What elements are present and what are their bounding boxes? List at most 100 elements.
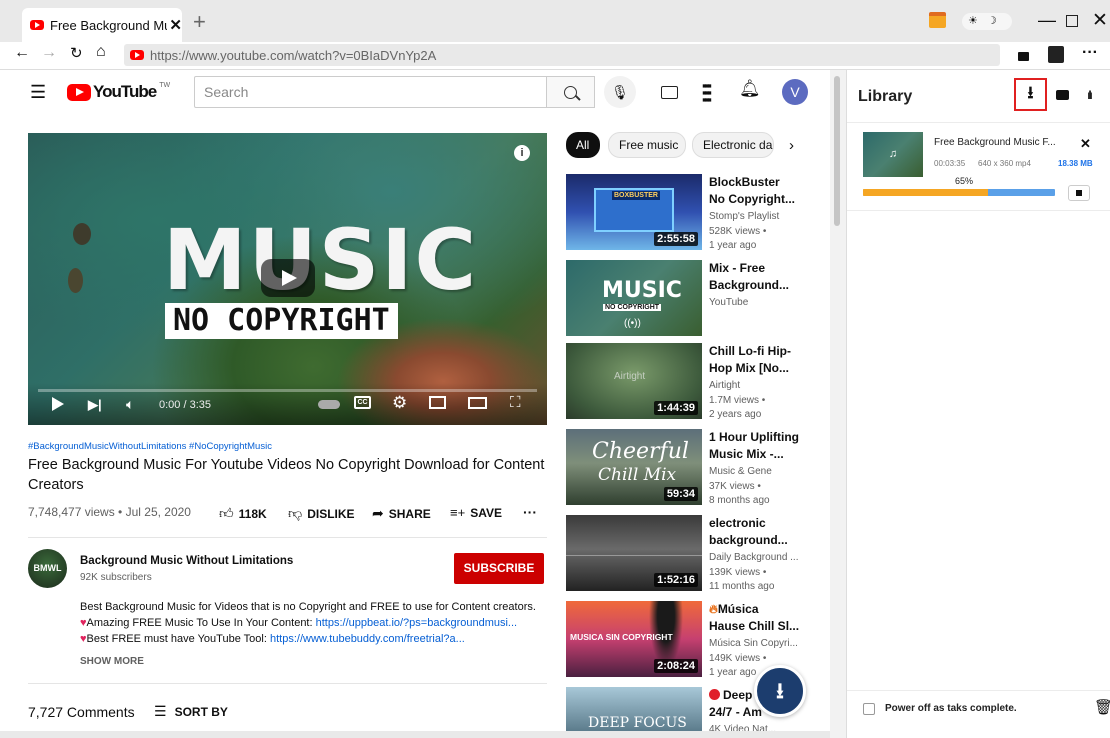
- audio-tab-icon[interactable]: ıllı: [1087, 88, 1093, 102]
- new-tab-icon[interactable]: +: [193, 9, 206, 35]
- video-player[interactable]: MUSIC NO COPYRIGHT i ▶| 🔈︎ 0:00 / 3:35 C…: [28, 133, 547, 425]
- rec-meta: YouTube: [709, 296, 804, 311]
- thumbnail-text: MUSICA SIN COPYRIGHT: [570, 632, 673, 642]
- more-actions-icon[interactable]: ···: [523, 504, 537, 520]
- minimize-icon[interactable]: —: [1038, 10, 1056, 31]
- power-off-checkbox[interactable]: [863, 703, 875, 715]
- show-more-button[interactable]: SHOW MORE: [80, 656, 144, 667]
- subtitles-icon[interactable]: CC: [354, 396, 371, 409]
- video-thumbnail[interactable]: Airtight 1:44:39: [566, 343, 702, 419]
- volume-icon[interactable]: 🔈︎: [126, 396, 134, 413]
- download-thumbnail[interactable]: ♫: [863, 132, 923, 177]
- rec-title[interactable]: electronic background...: [709, 515, 804, 549]
- rec-title[interactable]: Chill Lo-fi Hip- Hop Mix [No...: [709, 343, 804, 377]
- scrollbar-thumb[interactable]: [834, 76, 840, 226]
- hamburger-menu-icon[interactable]: ☰: [30, 82, 46, 103]
- rec-title[interactable]: Mix - Free Background...: [709, 260, 804, 294]
- search-button[interactable]: [547, 76, 595, 108]
- sort-button[interactable]: ☰ SORT BY: [154, 703, 228, 720]
- power-off-label: Power off as taks complete.: [885, 703, 1017, 714]
- download-size: 18.38 MB: [1058, 159, 1093, 168]
- close-tab-icon[interactable]: ✕: [169, 16, 182, 34]
- lock-icon[interactable]: [1018, 52, 1029, 61]
- rec-title[interactable]: 1 Hour Uplifting Music Mix -...: [709, 429, 804, 463]
- chip-free-music[interactable]: Free music: [608, 132, 686, 158]
- sort-icon: ☰: [154, 703, 167, 719]
- rec-meta-line: 1 year ago: [709, 240, 757, 251]
- play-button[interactable]: [261, 259, 315, 297]
- microphone-icon[interactable]: 🎙: [604, 76, 636, 108]
- video-thumbnail[interactable]: MUSIC NO COPYRIGHT ((•)): [566, 260, 702, 336]
- video-hashtags[interactable]: #BackgroundMusicWithoutLimitations #NoCo…: [28, 441, 272, 452]
- gift-icon[interactable]: [929, 12, 946, 28]
- play-icon[interactable]: [52, 397, 64, 411]
- reload-icon[interactable]: ↻: [70, 44, 83, 62]
- video-thumbnail[interactable]: DEEP FOCUS: [566, 687, 702, 731]
- theater-mode-icon[interactable]: [468, 397, 487, 409]
- rec-meta-line: 528K views •: [709, 225, 767, 237]
- miniplayer-icon[interactable]: [429, 396, 446, 409]
- maximize-icon[interactable]: [1066, 15, 1078, 27]
- video-thumbnail[interactable]: 1:52:16: [566, 515, 702, 591]
- stop-download-button[interactable]: [1068, 185, 1090, 201]
- avatar[interactable]: V: [782, 79, 808, 105]
- floating-download-button[interactable]: ⭳: [754, 665, 806, 717]
- remove-item-icon[interactable]: ✕: [1080, 136, 1091, 152]
- rec-meta-line: Airtight: [709, 380, 741, 391]
- trash-icon[interactable]: 🗑︎: [1094, 698, 1110, 716]
- rec-title[interactable]: 🔥︎Música Hause Chill Sl...: [709, 601, 804, 635]
- like-button[interactable]: 👍︎ 118K: [219, 505, 267, 522]
- player-progress-bar[interactable]: [38, 389, 537, 392]
- autoplay-toggle-icon[interactable]: [318, 400, 340, 409]
- download-resolution: 640 x 360 mp4: [978, 159, 1031, 168]
- video-overlay-title: MUSIC: [163, 211, 479, 309]
- more-menu-icon[interactable]: ···: [1082, 44, 1098, 62]
- description: Best Background Music for Videos that is…: [80, 599, 550, 647]
- share-button[interactable]: ➦ SHARE: [372, 505, 431, 522]
- description-link[interactable]: https://uppbeat.io/?ps=backgroundmusi...: [316, 617, 518, 629]
- video-thumbnail[interactable]: Cheerful Chill Mix 59:34: [566, 429, 702, 505]
- chip-label: All: [576, 138, 590, 152]
- create-video-icon[interactable]: [661, 86, 678, 99]
- forward-icon[interactable]: →: [41, 44, 57, 62]
- rec-meta: Stomp's Playlist 528K views • 1 year ago: [709, 210, 804, 254]
- fullscreen-icon[interactable]: ⛶: [510, 394, 521, 411]
- chip-electronic[interactable]: Electronic da: [692, 132, 774, 158]
- notifications-bell-icon[interactable]: 🔔︎: [739, 79, 761, 99]
- youtube-logo[interactable]: YouTube TW: [67, 82, 170, 102]
- chevron-right-icon[interactable]: ›: [789, 137, 794, 154]
- thumbs-down-icon: 👎︎: [288, 505, 303, 521]
- duration-badge: 1:52:16: [654, 573, 698, 587]
- theme-toggle-icon[interactable]: ☀ ☽: [962, 13, 1012, 30]
- subscribe-button[interactable]: SUBSCRIBE: [454, 553, 544, 584]
- next-icon[interactable]: ▶|: [88, 397, 102, 413]
- separator: [28, 683, 547, 684]
- chip-all[interactable]: All: [566, 132, 600, 158]
- extension-icon[interactable]: [1048, 46, 1064, 63]
- info-icon[interactable]: i: [514, 145, 530, 161]
- player-thumbnail-island: [68, 268, 83, 293]
- search-input[interactable]: Search: [194, 76, 547, 108]
- video-thumbnail[interactable]: MUSICA SIN COPYRIGHT 2:08:24: [566, 601, 702, 677]
- sort-label: SORT BY: [174, 704, 228, 719]
- apps-grid-icon[interactable]: ▪▪▪ ▪▪▪ ▪▪▪: [702, 79, 712, 106]
- close-window-icon[interactable]: ✕: [1092, 9, 1108, 32]
- channel-avatar[interactable]: BMWL: [28, 549, 67, 588]
- save-button[interactable]: ≡+ SAVE: [450, 505, 502, 520]
- fire-icon: 🔥︎: [709, 602, 718, 616]
- browser-tab[interactable]: Free Background Mus ✕: [22, 8, 182, 42]
- video-tab-icon[interactable]: [1056, 90, 1069, 100]
- video-thumbnail[interactable]: BOXBUSTER 2:55:58: [566, 174, 702, 250]
- settings-gear-icon[interactable]: ⚙: [392, 393, 407, 413]
- home-icon[interactable]: ⌂: [96, 43, 106, 61]
- downloads-tab[interactable]: ⭳: [1014, 78, 1047, 111]
- rec-meta: Airtight 1.7M views • 2 years ago: [709, 379, 804, 423]
- thumbnail-text: MUSIC: [602, 278, 682, 303]
- download-percent: 65%: [955, 176, 974, 186]
- description-link[interactable]: https://www.tubebuddy.com/freetrial?a...: [270, 633, 465, 645]
- dislike-button[interactable]: 👎︎ DISLIKE: [288, 505, 355, 522]
- channel-name[interactable]: Background Music Without Limitations: [80, 555, 293, 567]
- rec-title[interactable]: BlockBuster No Copyright...: [709, 174, 804, 208]
- back-icon[interactable]: ←: [14, 44, 30, 62]
- url-field[interactable]: https://www.youtube.com/watch?v=0BIaDVnY…: [124, 44, 1000, 66]
